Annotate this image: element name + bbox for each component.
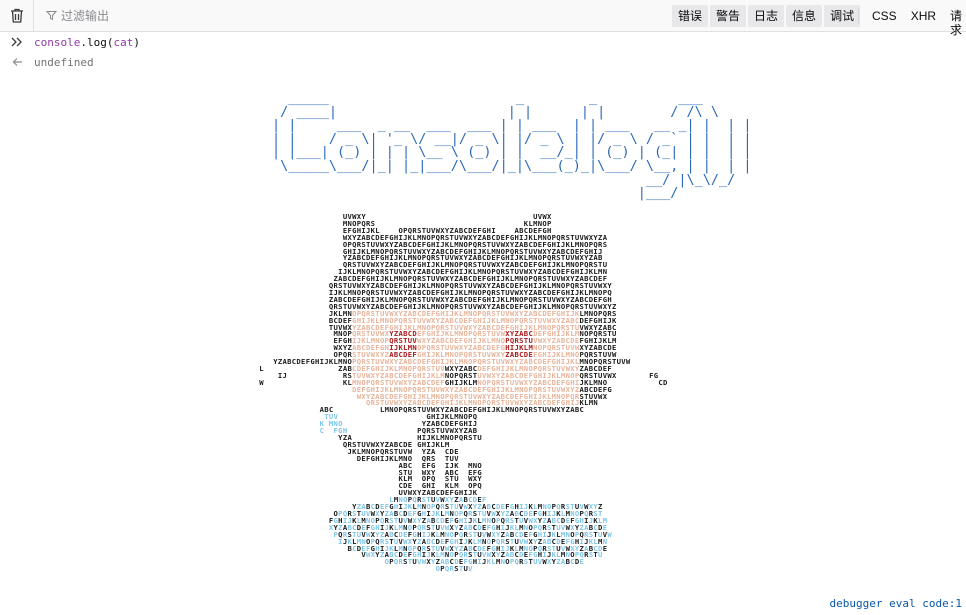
level-filter-3[interactable]: 信息 <box>786 5 823 27</box>
toolbar-separator <box>858 8 859 24</box>
input-close-paren: ) <box>133 35 140 49</box>
arrow-left-icon <box>12 58 22 66</box>
ascii-cat-art: UVWXY UVWX MNOPQRS KLMNOP EFGHIJKL OPQRS… <box>250 213 668 574</box>
level-filter-0[interactable]: 错误 <box>672 5 709 27</box>
cat-art-row: OPQRSTUV <box>435 564 473 574</box>
console-result-message: undefined <box>0 52 966 72</box>
input-function: log <box>86 35 107 49</box>
filter-icon <box>46 11 57 21</box>
level-filter-1[interactable]: 警告 <box>710 5 747 27</box>
input-open-paren: ( <box>106 35 114 49</box>
log-level-filters: 错误 警告 日志 信息 调试 <box>672 5 861 27</box>
trash-icon <box>10 8 23 23</box>
console-input-message: console. log(cat) <box>0 32 966 52</box>
level-filter-2[interactable]: 日志 <box>748 5 785 27</box>
filter-box <box>34 0 664 32</box>
double-chevron-right-icon <box>11 37 22 47</box>
debugger-eval-source-link[interactable]: debugger eval code:1 <box>830 597 962 610</box>
filter-output-input[interactable] <box>61 8 261 23</box>
level-filter-4[interactable]: 调试 <box>824 5 861 27</box>
console-log-ascii-banner: _____ _ _ ___ / ____| | | | | / /\ \ | |… <box>272 91 752 202</box>
input-argument: cat <box>113 35 134 49</box>
result-value: undefined <box>34 55 94 69</box>
console-toolbar: 错误警告日志信息调试 CSSXHR请求 <box>0 0 966 37</box>
category-filter-请求[interactable]: 请求 <box>944 5 966 37</box>
input-object: console <box>34 35 81 49</box>
clear-console-button[interactable] <box>0 0 34 32</box>
input-dot: . <box>80 35 87 49</box>
category-filter-xhr[interactable]: XHR <box>905 5 942 27</box>
banner-line: |___/ <box>272 185 744 202</box>
request-category-filters: CSS XHR 请求 <box>866 5 966 37</box>
category-filter-css[interactable]: CSS <box>866 5 903 27</box>
